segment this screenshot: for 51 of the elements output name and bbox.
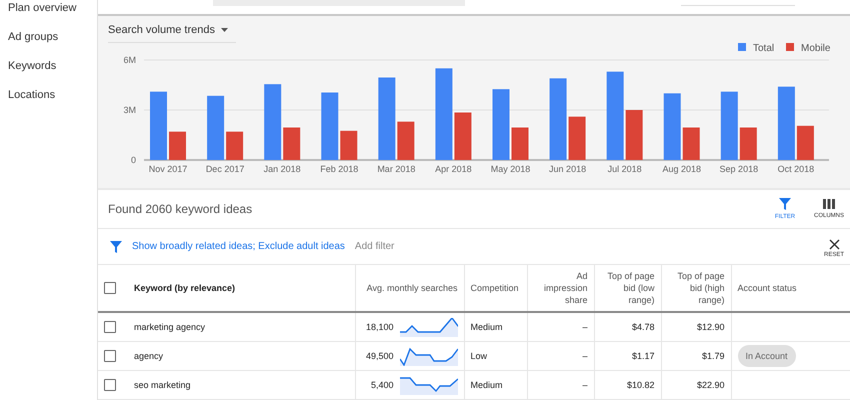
column-header: Ad impression share	[527, 265, 594, 312]
add-filter-link[interactable]: Add filter	[354, 241, 807, 252]
sidebar-item[interactable]: Ad groups	[0, 29, 97, 58]
table-cell: marketing agency	[128, 312, 355, 342]
table-cell: $10.82	[594, 370, 661, 400]
table-cell: –	[527, 370, 594, 400]
table-cell: $1.17	[594, 342, 661, 370]
axis-tick-label: 6M	[123, 55, 136, 65]
column-header: Top of page bid (high range)	[661, 265, 731, 312]
table-cell: seo marketing	[128, 370, 355, 400]
axis-tick-label: 3M	[123, 105, 136, 115]
sidebar-item[interactable]: Plan overview	[0, 0, 97, 29]
axis-label: May 2018	[490, 164, 530, 174]
table-cell: agency	[128, 342, 355, 370]
table-cell: –	[527, 312, 594, 342]
column-header: Keyword (by relevance)	[128, 265, 355, 312]
axis-label: Dec 2017	[206, 164, 244, 174]
table-cell: $12.90	[661, 312, 731, 342]
table-cell: Low	[464, 342, 527, 370]
axis-tick-label: 0	[130, 155, 136, 165]
axis-label: Sep 2018	[720, 164, 758, 174]
table-cell: $1.79	[661, 342, 731, 370]
sidebar-item[interactable]: Keywords	[0, 58, 97, 87]
column-header: Avg. monthly searches	[355, 265, 464, 312]
table-cell: $22.90	[661, 370, 731, 400]
table-cell: Medium	[464, 370, 527, 400]
column-header: Top of page bid (low range)	[594, 265, 661, 312]
sidebar-item[interactable]: Locations	[0, 87, 97, 116]
table-cell: Medium	[464, 312, 527, 342]
legend-label: Mobile	[801, 43, 830, 54]
axis-label: Apr 2018	[435, 164, 472, 174]
axis-label: Oct 2018	[778, 164, 814, 174]
axis-label: Jan 2018	[264, 164, 301, 174]
axis-label: Feb 2018	[320, 164, 358, 174]
chart-type-dropdown[interactable]: Search volume trends	[108, 24, 236, 43]
column-header: Competition	[464, 265, 527, 312]
axis-label: Jul 2018	[608, 164, 642, 174]
column-header: Account status	[731, 265, 850, 312]
table-cell: 49,500	[366, 351, 394, 361]
table-cell: –	[527, 342, 594, 370]
status-pill: In Account	[738, 345, 796, 367]
axis-label: Nov 2017	[148, 164, 188, 174]
table-cell: 5,400	[370, 380, 394, 390]
results-title: Found 2060 keyword ideas	[108, 202, 254, 216]
axis-label: Jun 2018	[549, 164, 586, 174]
legend-label: Total	[753, 43, 774, 54]
axis-label: Aug 2018	[662, 164, 702, 174]
axis-label: Mar 2018	[377, 164, 416, 174]
table-cell: $4.78	[594, 312, 661, 342]
filter-link[interactable]: Show broadly related ideas; Exclude adult ideas	[132, 241, 345, 252]
table-cell: 18,100	[366, 322, 394, 332]
